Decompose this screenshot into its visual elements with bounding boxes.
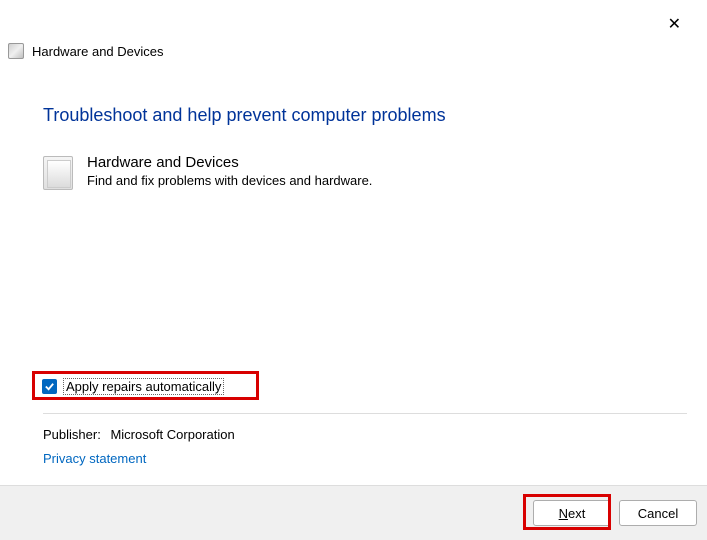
privacy-statement-link[interactable]: Privacy statement [43,451,146,466]
publisher-value: Microsoft Corporation [110,427,234,442]
divider [43,413,687,414]
publisher-info: Publisher: Microsoft Corporation [43,427,235,442]
apply-repairs-checkbox[interactable] [42,379,57,394]
device-icon [43,156,73,190]
page-heading: Troubleshoot and help prevent computer p… [43,105,687,126]
cancel-button[interactable]: Cancel [619,500,697,526]
apply-repairs-label: Apply repairs automatically [63,378,224,395]
section-description: Find and fix problems with devices and h… [87,173,372,188]
next-button[interactable]: Next [533,500,611,526]
content-area: Troubleshoot and help prevent computer p… [43,105,687,210]
footer: Next Cancel [0,485,707,540]
titlebar: Hardware and Devices [8,43,164,59]
hardware-devices-icon [8,43,24,59]
apply-repairs-checkbox-row[interactable]: Apply repairs automatically [36,375,230,398]
section-title: Hardware and Devices [87,154,372,171]
checkmark-icon [44,381,55,392]
troubleshooter-section: Hardware and Devices Find and fix proble… [43,154,687,190]
window-title: Hardware and Devices [32,44,164,59]
publisher-label: Publisher: [43,427,101,442]
close-icon[interactable]: ✕ [660,10,689,38]
